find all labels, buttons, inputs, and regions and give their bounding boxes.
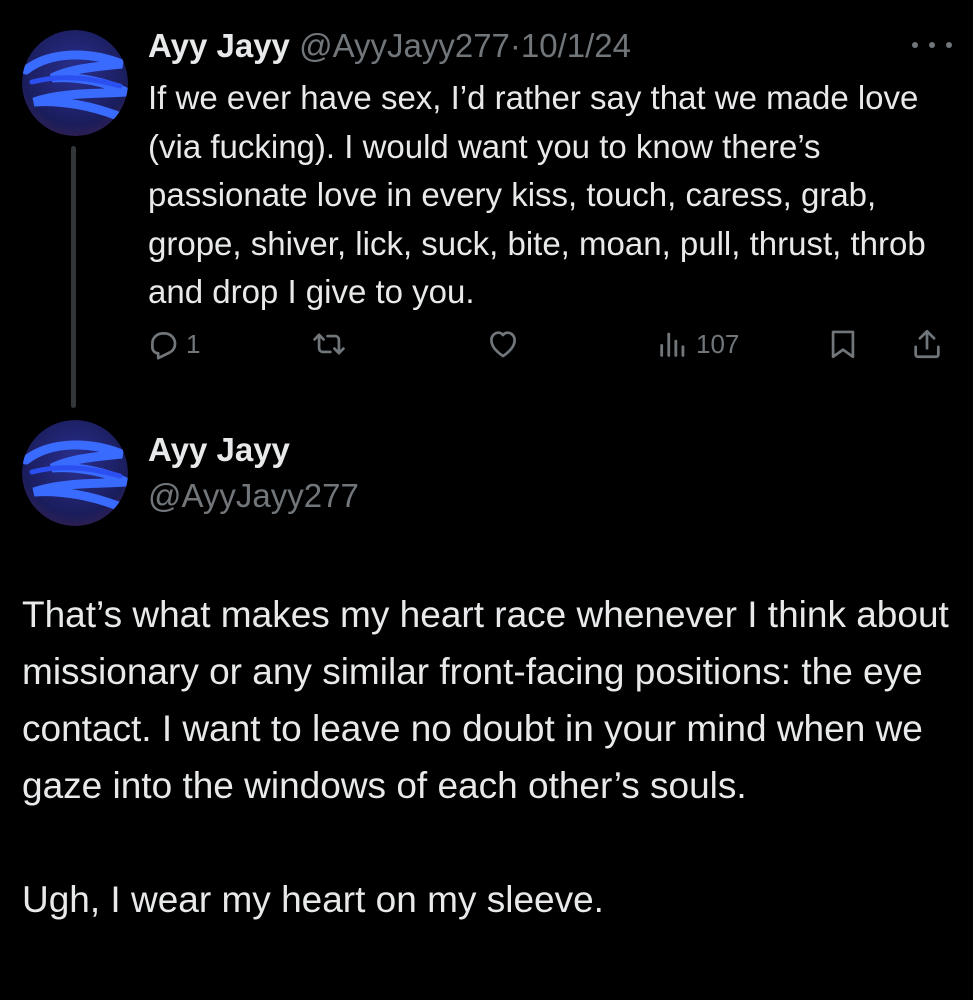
header-separator: · [509,27,521,64]
thread-connector-line [71,146,76,408]
share-icon [914,329,940,359]
reply-button[interactable]: 1 [146,322,200,366]
heart-icon [490,331,516,358]
bookmark-icon [831,330,855,359]
tweet-paragraph: That’s what makes my heart race whenever… [22,594,949,806]
avatar[interactable] [22,420,128,526]
avatar-logo-image [22,420,128,526]
share-button[interactable] [910,322,944,366]
views-icon [660,332,685,357]
like-button[interactable] [486,322,526,366]
tweet-paragraph: Ugh, I wear my heart on my sleeve. [22,879,604,920]
display-name[interactable]: Ayy Jayy [148,27,290,64]
reply-count: 1 [186,328,201,359]
display-name[interactable]: Ayy Jayy [148,430,290,470]
user-handle[interactable]: @AyyJayy277 [299,27,510,64]
retweet-icon [313,333,345,355]
retweet-button[interactable] [312,322,352,366]
tweet-action-bar: 1 107 [0,322,973,366]
reply-icon [151,332,177,360]
views-button[interactable]: 107 [656,322,739,366]
user-handle[interactable]: @AyyJayy277 [148,476,359,516]
bookmark-button[interactable] [826,322,860,366]
more-horizontal-icon[interactable] [912,34,952,56]
tweet-text: That’s what makes my heart race whenever… [22,586,962,928]
tweet-header: Ayy Jayy @AyyJayy277·10/1/24 [148,26,631,66]
tweet-date[interactable]: 10/1/24 [521,27,631,64]
views-count: 107 [696,328,740,359]
tweet-text: If we ever have sex, I’d rather say that… [148,79,926,310]
avatar-logo-image [22,30,128,136]
avatar[interactable] [22,30,128,136]
